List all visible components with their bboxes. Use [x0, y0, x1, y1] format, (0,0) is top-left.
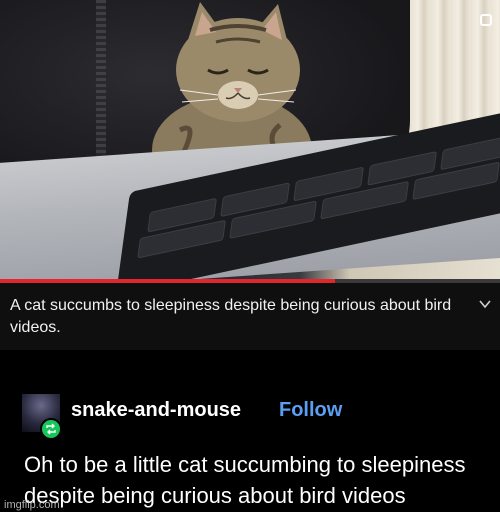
social-post: snake-and-mouse Follow Oh to be a little… — [0, 350, 500, 512]
chevron-down-icon[interactable] — [478, 297, 492, 311]
reblog-icon — [40, 418, 62, 440]
video-title: A cat succumbs to sleepiness despite bei… — [10, 297, 452, 336]
post-text: Oh to be a little cat succumbing to slee… — [24, 452, 466, 508]
cat-photo — [0, 0, 500, 282]
username[interactable]: snake-and-mouse — [71, 399, 241, 422]
meme-image: A cat succumbs to sleepiness despite bei… — [0, 0, 500, 512]
follow-button[interactable]: Follow — [279, 399, 342, 422]
instagram-icon — [480, 14, 492, 26]
watermark: imgflip.com — [4, 499, 60, 511]
video-caption: A cat succumbs to sleepiness despite bei… — [0, 283, 500, 350]
